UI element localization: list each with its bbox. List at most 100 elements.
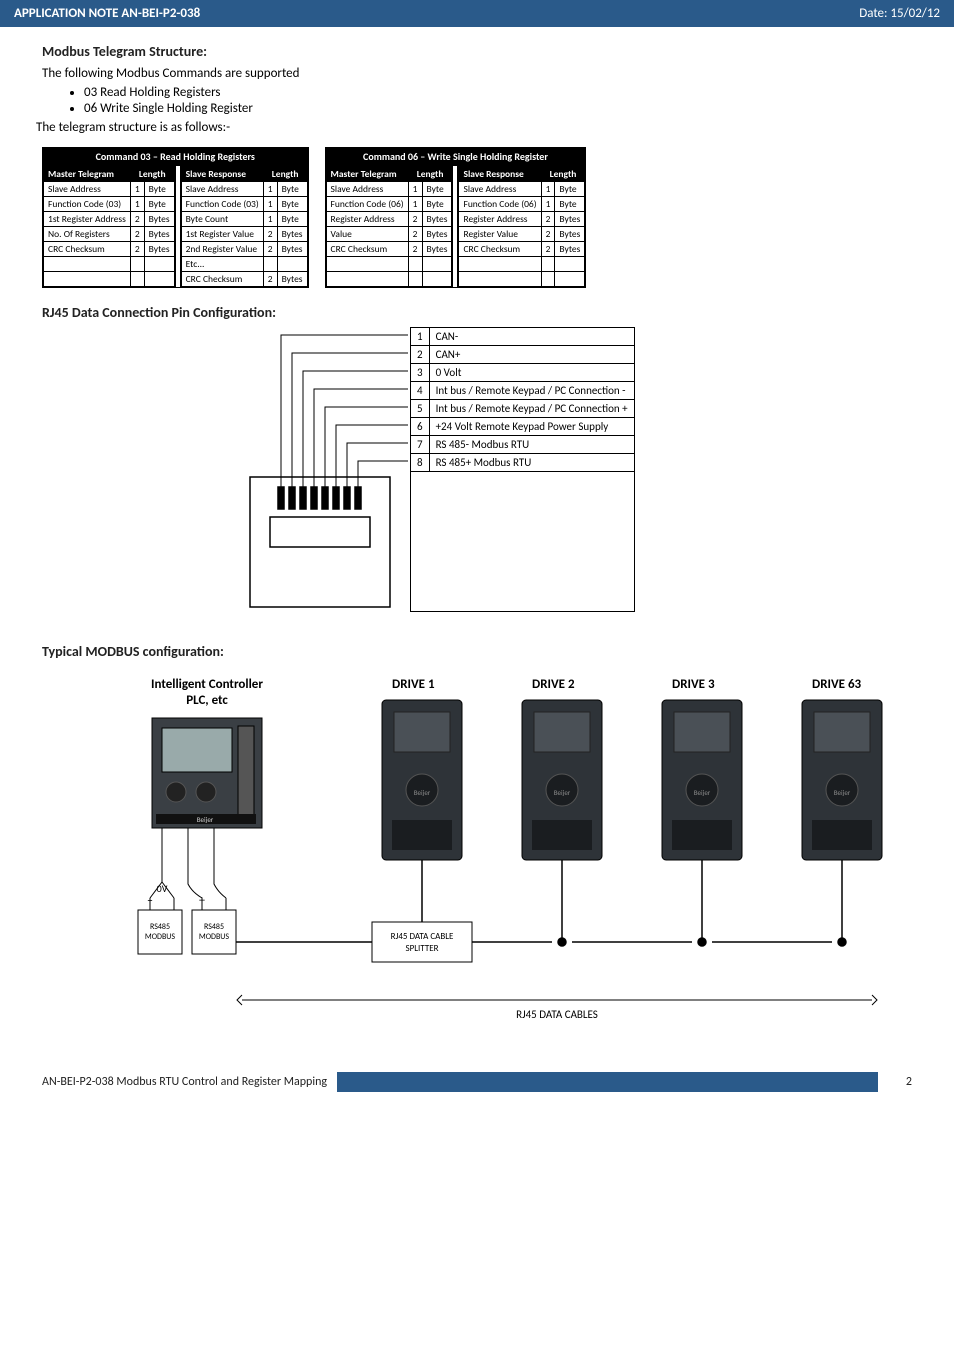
cell: 1 bbox=[263, 182, 277, 197]
cell: Register Address bbox=[326, 212, 408, 227]
modbus-bullets: 03 Read Holding Registers 06 Write Singl… bbox=[84, 85, 954, 116]
cell: 2 bbox=[541, 242, 555, 257]
cell: Function Code (03) bbox=[44, 197, 131, 212]
cmd03-master-head: Master Telegram bbox=[44, 167, 131, 182]
cmd03-master-len-head: Length bbox=[130, 167, 174, 182]
cell: No. Of Registers bbox=[44, 227, 131, 242]
cell: 2 bbox=[408, 212, 422, 227]
svg-text:RS485: RS485 bbox=[204, 922, 224, 932]
cell: Bytes bbox=[422, 227, 452, 242]
header-date: Date: 15/02/12 bbox=[859, 6, 940, 21]
cmd03-master-table: Master TelegramLength Slave Address1Byte… bbox=[43, 166, 175, 287]
cell: 1 bbox=[130, 182, 144, 197]
cell: Function Code (06) bbox=[459, 197, 541, 212]
drive1-label: DRIVE 1 bbox=[392, 677, 435, 692]
drive-icon: Beijer bbox=[802, 700, 882, 860]
cell: 1 bbox=[541, 197, 555, 212]
svg-text:Beijer: Beijer bbox=[197, 815, 214, 824]
cell: Value bbox=[326, 227, 408, 242]
cell: Bytes bbox=[144, 212, 174, 227]
pin-num: 2 bbox=[411, 346, 430, 364]
pin-label: Int bus / Remote Keypad / PC Connection … bbox=[429, 400, 634, 418]
pin-label: RS 485- Modbus RTU bbox=[429, 436, 634, 454]
svg-text:MODBUS: MODBUS bbox=[145, 932, 176, 942]
pin-num: 5 bbox=[411, 400, 430, 418]
pin-num: 7 bbox=[411, 436, 430, 454]
cell: 2 bbox=[263, 272, 277, 287]
cell: CRC Checksum bbox=[459, 242, 541, 257]
cell: Byte bbox=[555, 182, 585, 197]
footer-page: 2 bbox=[888, 1075, 912, 1089]
cell: Bytes bbox=[277, 242, 307, 257]
cell: Bytes bbox=[555, 242, 585, 257]
cell: 2 bbox=[541, 227, 555, 242]
cmd06-slave-table: Slave ResponseLength Slave Address1Byte … bbox=[458, 166, 585, 287]
cell: Byte bbox=[555, 197, 585, 212]
svg-text:MODBUS: MODBUS bbox=[199, 932, 230, 942]
cell: 1st Register Value bbox=[181, 227, 263, 242]
svg-text:Beijer: Beijer bbox=[694, 788, 711, 797]
cell: Etc... bbox=[181, 257, 263, 272]
rj45-connector-icon bbox=[240, 327, 410, 627]
cmd03-title: Command 03 – Read Holding Registers bbox=[43, 148, 308, 166]
rs485-adapter-icon: RS485 MODBUS bbox=[192, 910, 236, 954]
cmd06-block: Command 06 – Write Single Holding Regist… bbox=[325, 147, 587, 288]
cell: 1 bbox=[263, 212, 277, 227]
cell: 1 bbox=[263, 197, 277, 212]
cell: Bytes bbox=[277, 272, 307, 287]
cell: Byte bbox=[422, 182, 452, 197]
pin-num: 3 bbox=[411, 364, 430, 382]
drive-icon: Beijer bbox=[382, 700, 462, 860]
pin-label: CAN+ bbox=[429, 346, 634, 364]
cell: Byte bbox=[422, 197, 452, 212]
cell: Slave Address bbox=[459, 182, 541, 197]
controller-icon: Beijer bbox=[152, 718, 262, 828]
cell: CRC Checksum bbox=[44, 242, 131, 257]
controller-label-2: PLC, etc bbox=[186, 693, 228, 708]
bullet-item: 03 Read Holding Registers bbox=[84, 85, 954, 100]
pin-label: Int bus / Remote Keypad / PC Connection … bbox=[429, 382, 634, 400]
cell: Byte Count bbox=[181, 212, 263, 227]
pin-num: 6 bbox=[411, 418, 430, 436]
cell: 2 bbox=[130, 212, 144, 227]
svg-text:Beijer: Beijer bbox=[554, 788, 571, 797]
cmd06-slave-head: Slave Response bbox=[459, 167, 541, 182]
cables-label: RJ45 DATA CABLES bbox=[516, 1008, 598, 1021]
cell: 2 bbox=[408, 227, 422, 242]
cell: Slave Address bbox=[326, 182, 408, 197]
modbus-topology-diagram: DRIVE 1 DRIVE 2 DRIVE 3 DRIVE 63 Intelli… bbox=[42, 670, 912, 1044]
pin-label: CAN- bbox=[429, 328, 634, 346]
cell: Register Address bbox=[459, 212, 541, 227]
cell: 1 bbox=[541, 182, 555, 197]
drive-icon: Beijer bbox=[522, 700, 602, 860]
cell: Byte bbox=[144, 182, 174, 197]
command-tables: Command 03 – Read Holding Registers Mast… bbox=[42, 147, 954, 288]
cmd06-master-table: Master TelegramLength Slave Address1Byte… bbox=[326, 166, 453, 287]
svg-text:Beijer: Beijer bbox=[414, 788, 431, 797]
cell: 2 bbox=[541, 212, 555, 227]
section-title-rj45: RJ45 Data Connection Pin Configuration: bbox=[42, 304, 954, 321]
cell: Bytes bbox=[555, 212, 585, 227]
cmd03-slave-len-head: Length bbox=[263, 167, 307, 182]
cell: Bytes bbox=[277, 227, 307, 242]
cell: Bytes bbox=[422, 212, 452, 227]
cell: Byte bbox=[144, 197, 174, 212]
rs485-adapter-icon: RS485 MODBUS bbox=[138, 910, 182, 954]
pin-label: +24 Volt Remote Keypad Power Supply bbox=[429, 418, 634, 436]
footer-text: AN-BEI-P2-038 Modbus RTU Control and Reg… bbox=[42, 1075, 327, 1089]
footer: AN-BEI-P2-038 Modbus RTU Control and Reg… bbox=[0, 1072, 954, 1110]
header-bar: APPLICATION NOTE AN-BEI-P2-038 Date: 15/… bbox=[0, 0, 954, 27]
cell: Function Code (06) bbox=[326, 197, 408, 212]
cmd06-title: Command 06 – Write Single Holding Regist… bbox=[326, 148, 586, 166]
splitter-label-1: RJ45 DATA CABLE bbox=[391, 931, 454, 942]
cell: 2 bbox=[130, 227, 144, 242]
section-title-modbus: Modbus Telegram Structure: bbox=[42, 43, 954, 60]
pin-num: 4 bbox=[411, 382, 430, 400]
bullet-item: 06 Write Single Holding Register bbox=[84, 101, 954, 116]
rj45-pin-table: 1CAN- 2CAN+ 30 Volt 4Int bus / Remote Ke… bbox=[410, 327, 635, 612]
ov-label: 0V bbox=[157, 882, 168, 895]
cmd03-slave-head: Slave Response bbox=[181, 167, 263, 182]
svg-text:RS485: RS485 bbox=[150, 922, 170, 932]
pin-num: 8 bbox=[411, 454, 430, 472]
pin-label: RS 485+ Modbus RTU bbox=[429, 454, 634, 472]
